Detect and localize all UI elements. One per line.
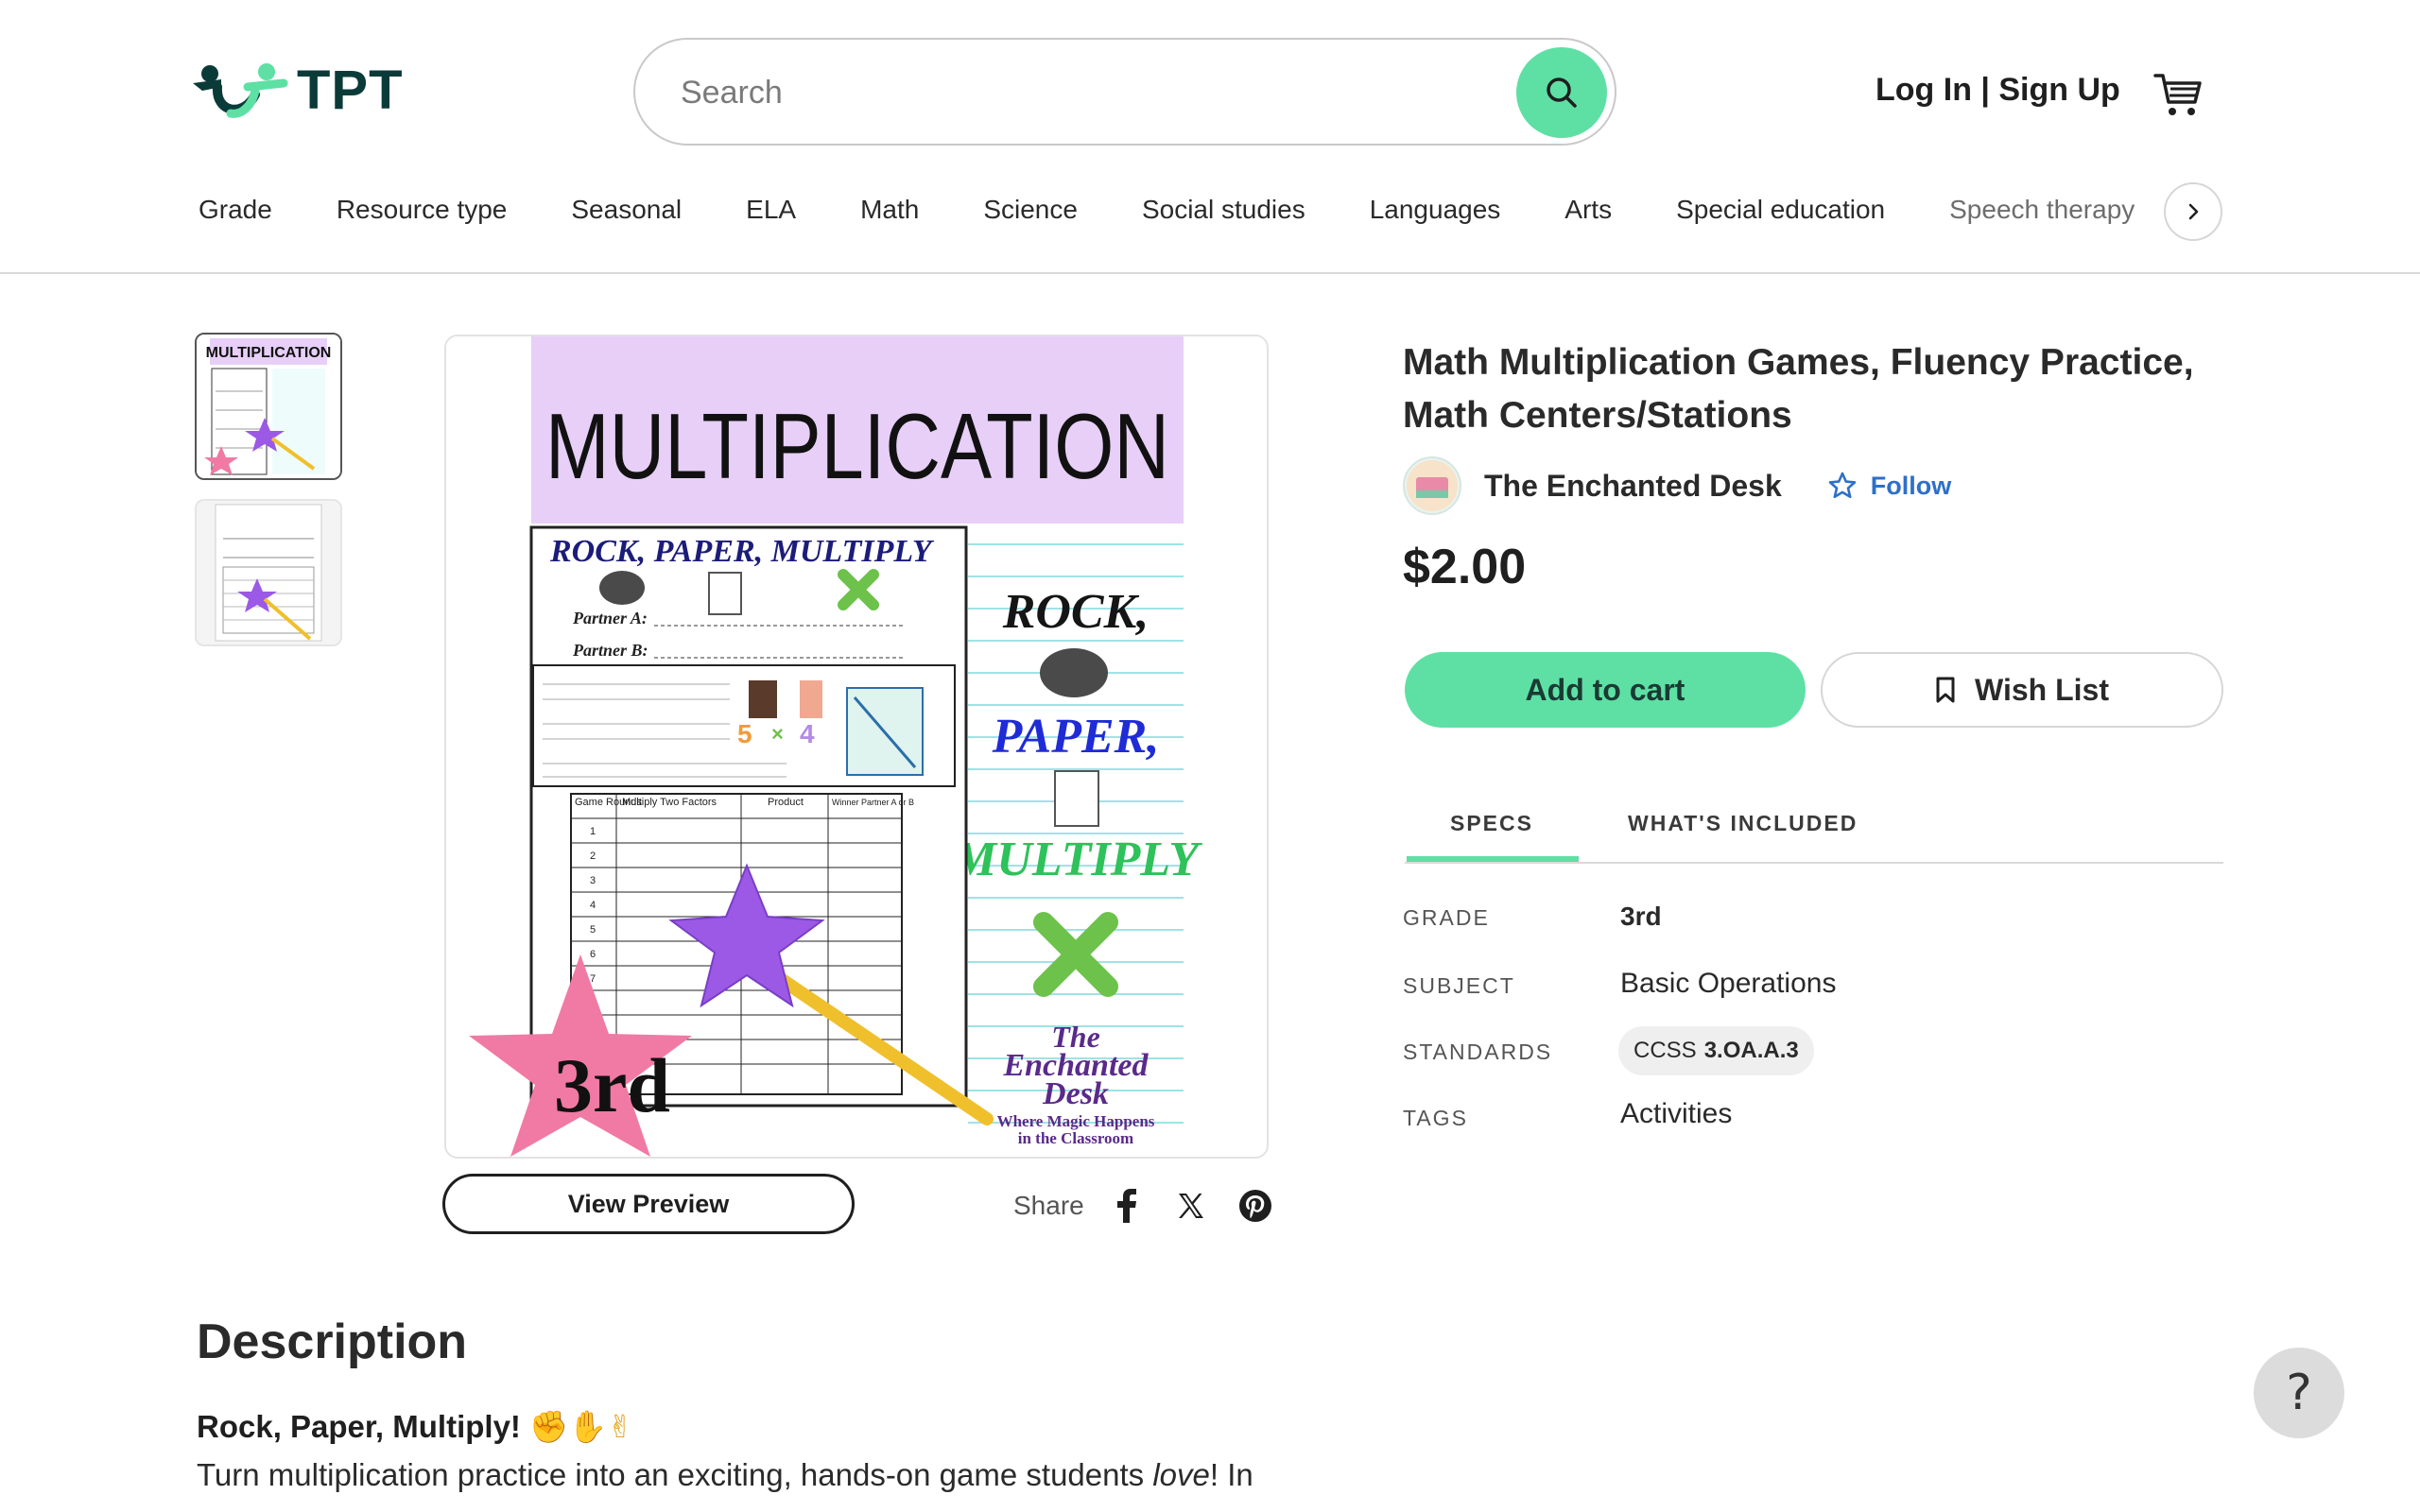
product-cover-illustration: MULTIPLICATION ROCK, PAPER, MULTIPLY The…: [446, 336, 1267, 1157]
cart-icon[interactable]: [2153, 70, 2203, 119]
spec-subject-value[interactable]: Basic Operations: [1620, 968, 1836, 1000]
standards-code: 3.OA.A.3: [1703, 1038, 1799, 1063]
share-row: Share: [1013, 1185, 1302, 1227]
search-icon: [1547, 77, 1577, 108]
spec-subject-label: SUBJECT: [1403, 973, 1515, 998]
cover-side-paper: PAPER,: [992, 710, 1160, 764]
facebook-icon[interactable]: [1109, 1188, 1145, 1224]
seller-avatar[interactable]: [1403, 456, 1461, 515]
description-body-emphasis: love: [1152, 1457, 1210, 1492]
standards-chip[interactable]: CCSS 3.OA.A.3: [1618, 1026, 1814, 1075]
wish-list-label: Wish List: [1975, 672, 2109, 707]
logo-mark-icon: [193, 63, 288, 118]
thumbnail-cover-image: MULTIPLICATION: [197, 335, 340, 478]
bookmark-icon: [1936, 677, 1955, 703]
logo-text: TPT: [297, 59, 404, 121]
svg-text:5: 5: [737, 719, 752, 748]
x-twitter-icon[interactable]: [1173, 1188, 1209, 1224]
category-nav: Grade Resource type Seasonal ELA Math Sc…: [199, 181, 2199, 238]
nav-item-speech-therapy[interactable]: Speech therapy: [1949, 195, 2135, 225]
site-header: TPT Log In | Sign Up Grade Resource type…: [0, 0, 2420, 274]
cover-grade-badge: 3rd: [554, 1042, 670, 1128]
active-tab-indicator: [1407, 856, 1579, 862]
chevron-right-icon: [2188, 203, 2199, 220]
svg-text:×: ×: [771, 722, 784, 746]
svg-text:4: 4: [800, 719, 815, 748]
cover-brand-line3: Desk: [1042, 1076, 1109, 1111]
cover-brand-tagline1: Where Magic Happens: [997, 1112, 1155, 1130]
product-price: $2.00: [1403, 540, 1527, 594]
tab-whats-included[interactable]: WHAT'S INCLUDED: [1628, 811, 1858, 836]
cover-side-rock: ROCK,: [1002, 585, 1150, 639]
description-body: Turn multiplication practice into an exc…: [197, 1457, 1253, 1493]
product-main-image[interactable]: MULTIPLICATION ROCK, PAPER, MULTIPLY The…: [444, 335, 1269, 1159]
standards-prefix: CCSS: [1634, 1038, 1697, 1063]
share-label: Share: [1013, 1191, 1084, 1220]
cover-round-6: 6: [590, 949, 596, 960]
cover-table-header-3: Product: [768, 797, 804, 808]
description-body-end: ! In: [1209, 1457, 1253, 1492]
follow-label: Follow: [1870, 471, 1952, 500]
cover-round-1: 1: [590, 826, 596, 837]
search-input[interactable]: [681, 66, 1512, 119]
thumbnail-worksheet-image: [197, 501, 340, 644]
nav-item-math[interactable]: Math: [860, 195, 919, 225]
thumb-heading: MULTIPLICATION: [206, 345, 332, 361]
add-to-cart-button[interactable]: Add to cart: [1405, 652, 1806, 728]
seller-name[interactable]: The Enchanted Desk: [1484, 469, 1782, 504]
cover-partner-a: Partner A:: [572, 609, 648, 627]
description-subtitle: Rock, Paper, Multiply! ✊✋✌: [197, 1408, 633, 1446]
nav-item-arts[interactable]: Arts: [1564, 195, 1612, 225]
thumbnail-2[interactable]: [195, 499, 342, 646]
hand-gestures-emoji: ✊✋✌: [529, 1408, 633, 1445]
thumbnail-1[interactable]: MULTIPLICATION: [195, 333, 342, 480]
cover-heading: MULTIPLICATION: [545, 394, 1169, 498]
cover-round-4: 4: [590, 900, 596, 911]
cover-worksheet-title: ROCK, PAPER, MULTIPLY: [549, 534, 935, 569]
nav-next-button[interactable]: [2164, 182, 2222, 241]
cover-side-multiply: MULTIPLY: [952, 833, 1202, 886]
login-signup-link[interactable]: Log In | Sign Up: [1876, 72, 2120, 109]
spec-tags-label: TAGS: [1403, 1106, 1468, 1130]
cover-brand-tagline2: in the Classroom: [1018, 1129, 1133, 1147]
tpt-logo[interactable]: TPT: [189, 59, 404, 121]
cover-round-3: 3: [590, 875, 596, 886]
nav-item-ela[interactable]: ELA: [746, 195, 796, 225]
cover-partner-b: Partner B:: [572, 641, 648, 660]
nav-item-grade[interactable]: Grade: [199, 195, 272, 225]
nav-item-special-education[interactable]: Special education: [1676, 195, 1885, 225]
help-button[interactable]: ?: [2254, 1348, 2344, 1438]
product-title: Math Multiplication Games, Fluency Pract…: [1403, 342, 2194, 436]
spec-standards-label: STANDARDS: [1403, 1040, 1553, 1064]
cover-round-7: 7: [590, 973, 596, 985]
spec-grade-label: GRADE: [1403, 905, 1490, 930]
pinterest-icon[interactable]: [1237, 1188, 1273, 1224]
spec-tags-value[interactable]: Activities: [1620, 1098, 1732, 1130]
cover-table-header-4: Winner Partner A or B: [832, 798, 914, 807]
description-heading: Description: [197, 1314, 468, 1369]
nav-item-social-studies[interactable]: Social studies: [1142, 195, 1305, 225]
seller-row: The Enchanted Desk Follow: [1403, 455, 1951, 516]
description-subtitle-text: Rock, Paper, Multiply!: [197, 1409, 521, 1444]
view-preview-button[interactable]: View Preview: [442, 1174, 855, 1234]
nav-item-resource-type[interactable]: Resource type: [337, 195, 508, 225]
follow-button[interactable]: Follow: [1827, 471, 1951, 501]
cover-table-header-2: Multiply Two Factors: [622, 797, 717, 808]
star-outline-icon: [1828, 472, 1857, 499]
nav-item-science[interactable]: Science: [983, 195, 1078, 225]
nav-item-languages[interactable]: Languages: [1370, 195, 1501, 225]
spec-grade-value[interactable]: 3rd: [1620, 902, 1662, 932]
cover-round-5: 5: [590, 924, 596, 936]
search-bar: [633, 38, 1616, 146]
product-tabs: SPECS WHAT'S INCLUDED: [1405, 805, 2223, 864]
nav-item-seasonal[interactable]: Seasonal: [571, 195, 682, 225]
description-body-start: Turn multiplication practice into an exc…: [197, 1457, 1153, 1492]
search-button[interactable]: [1516, 47, 1607, 138]
tab-specs[interactable]: SPECS: [1450, 811, 1533, 836]
cover-round-2: 2: [590, 850, 596, 862]
wish-list-button[interactable]: Wish List: [1821, 652, 2223, 728]
